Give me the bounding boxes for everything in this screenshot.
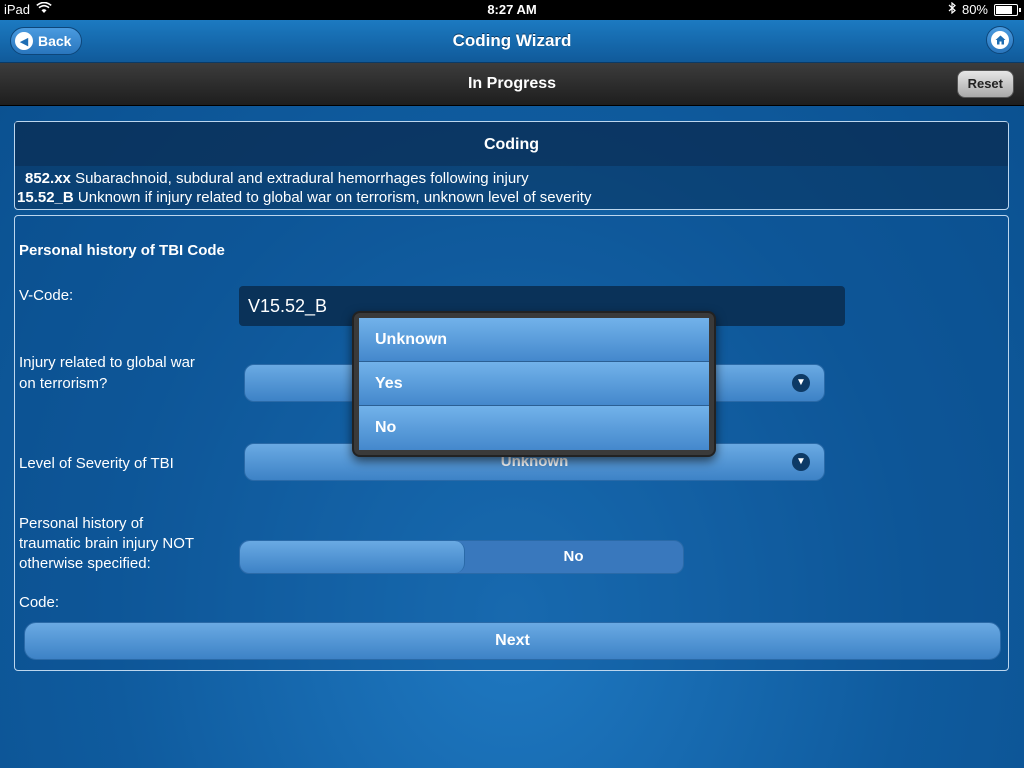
progress-title: In Progress: [467, 75, 557, 92]
coding-header: Coding: [15, 122, 1008, 166]
toggle-knob[interactable]: [240, 541, 465, 573]
status-right: 80%: [948, 1, 1021, 17]
vcode-label: V-Code:: [19, 287, 74, 304]
nos-label-line-3: otherwise specified:: [19, 555, 151, 572]
select-popup: Unknown Yes No: [352, 311, 716, 457]
chevron-down-icon: ▼: [792, 374, 810, 392]
chevron-down-icon: ▼: [792, 453, 810, 471]
battery-icon: [994, 3, 1021, 16]
nav-bar: ◀ Back Coding Wizard: [0, 20, 1024, 63]
gwot-label-line-1: Injury related to global war: [19, 354, 195, 371]
progress-bar-header: In Progress Reset: [0, 63, 1024, 106]
nos-label-line-2: traumatic brain injury NOT: [19, 535, 195, 552]
battery-percent: 80%: [961, 2, 988, 17]
page-title: Coding Wizard: [452, 31, 572, 50]
nos-label-line-1: Personal history of: [19, 515, 144, 532]
toggle-value: No: [563, 548, 584, 565]
code-label: Code:: [19, 594, 60, 611]
status-bar: iPad 8:27 AM 80%: [0, 0, 1024, 20]
next-button[interactable]: Next: [24, 622, 1001, 660]
severity-label: Level of Severity of TBI: [19, 455, 174, 472]
coding-panel: Coding 852.xx Subarachnoid, subdural and…: [14, 121, 1009, 210]
home-icon: [991, 31, 1009, 49]
home-button[interactable]: [986, 26, 1014, 54]
coding-description: Unknown if injury related to global war …: [77, 189, 592, 206]
bluetooth-icon: [948, 1, 956, 17]
popup-option-no[interactable]: No: [359, 406, 709, 450]
coding-line: 15.52_B Unknown if injury related to glo…: [17, 189, 591, 206]
section-title: Personal history of TBI Code: [19, 242, 225, 259]
coding-code: 852.xx: [25, 170, 71, 187]
nos-toggle[interactable]: No: [239, 540, 684, 574]
coding-description: Subarachnoid, subdural and extradural he…: [75, 170, 529, 187]
popup-option-yes[interactable]: Yes: [359, 362, 709, 406]
coding-line: 852.xx Subarachnoid, subdural and extrad…: [25, 170, 529, 187]
gwot-label-line-2: on terrorism?: [19, 375, 108, 392]
reset-button[interactable]: Reset: [956, 70, 1014, 98]
popup-option-unknown[interactable]: Unknown: [359, 318, 709, 362]
clock: 8:27 AM: [487, 2, 537, 17]
coding-code: 15.52_B: [17, 189, 74, 206]
